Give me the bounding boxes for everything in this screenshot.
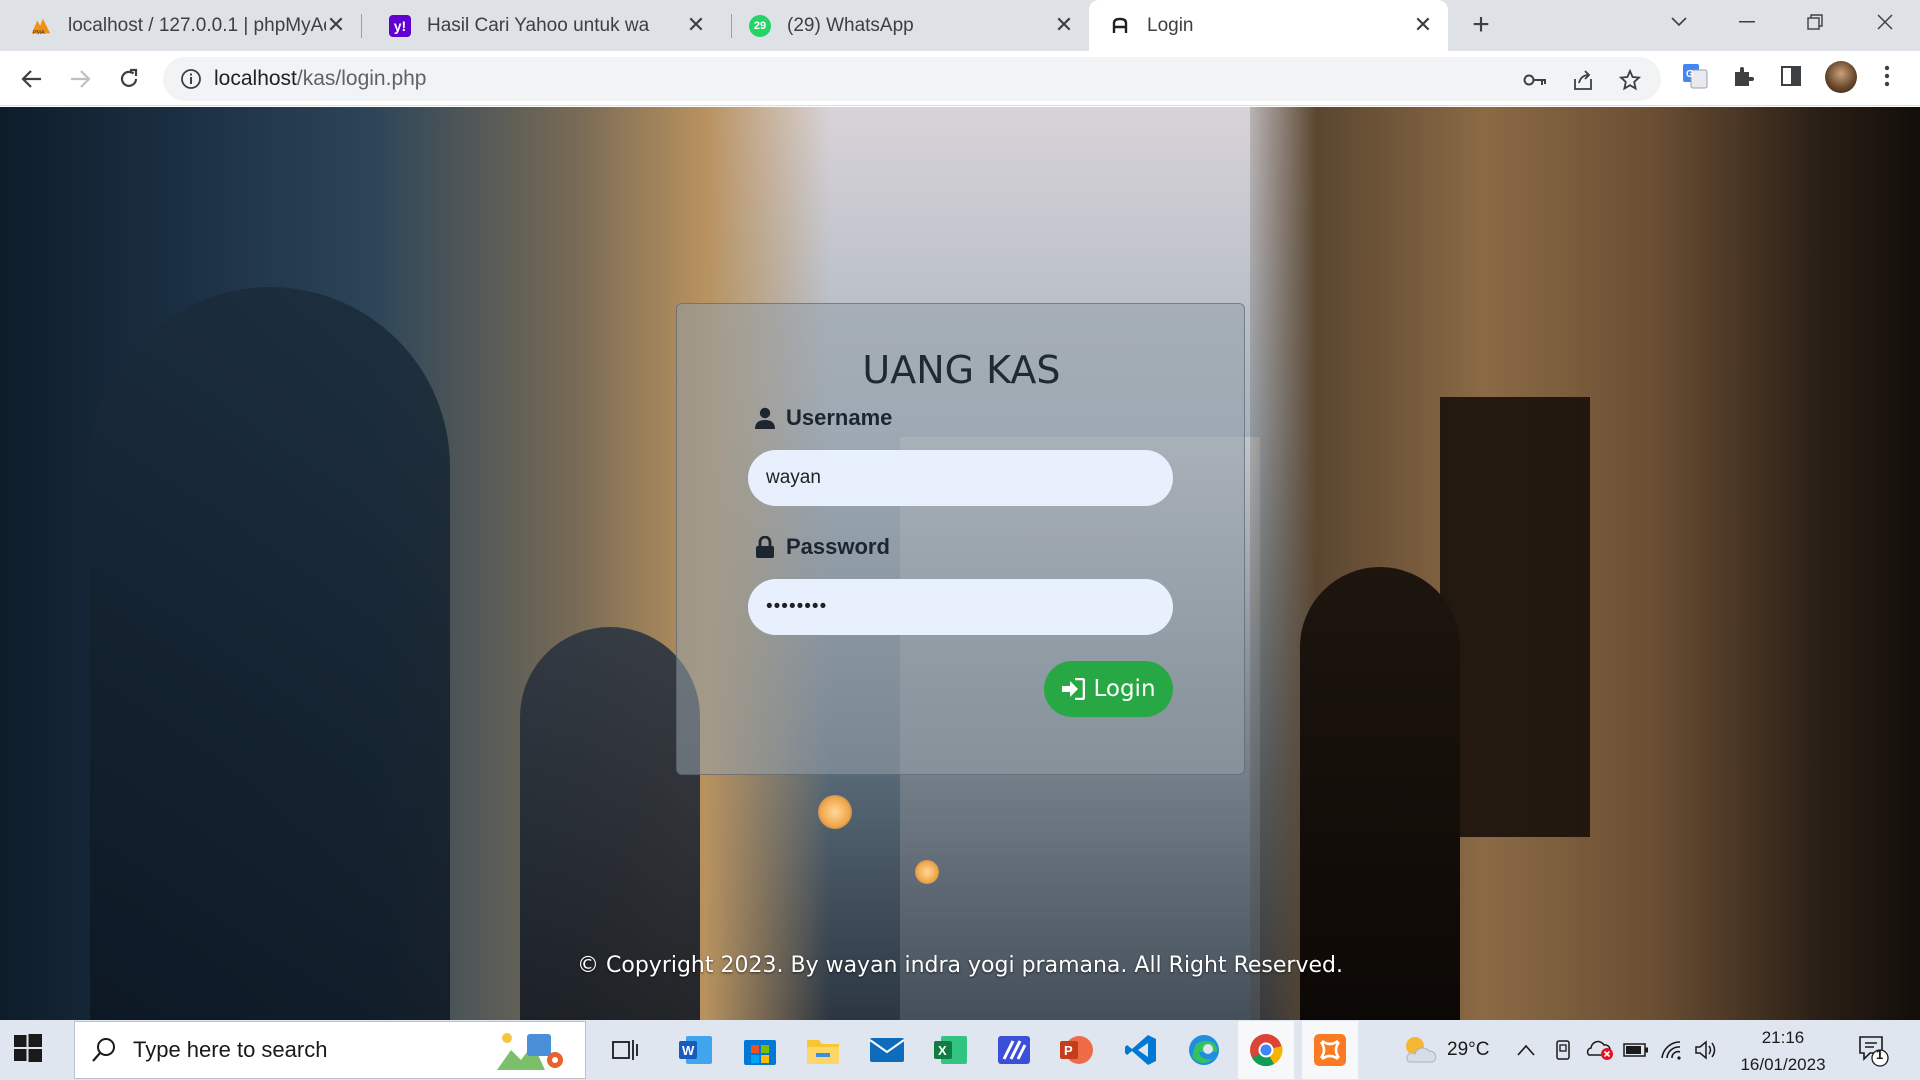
clock-time: 21:16 xyxy=(1761,1028,1805,1047)
close-tab-icon[interactable]: ✕ xyxy=(685,12,707,37)
bookmark-star-icon[interactable] xyxy=(1618,68,1642,92)
user-icon xyxy=(754,407,776,429)
tab-phpmyadmin[interactable]: PMA localhost / 127.0.0.1 | phpMyAdmin ✕ xyxy=(0,0,361,51)
file-explorer-icon[interactable] xyxy=(803,1030,843,1070)
url-path: /kas/login.php xyxy=(296,67,427,90)
search-icon xyxy=(91,1037,117,1063)
reload-icon[interactable] xyxy=(112,62,146,96)
svg-text:X: X xyxy=(938,1043,947,1058)
street-lamp xyxy=(818,795,852,829)
password-label: Password xyxy=(786,534,890,559)
password-input[interactable]: •••••••• xyxy=(748,579,1173,635)
site-info-icon[interactable] xyxy=(180,68,202,90)
tab-title: Login xyxy=(1147,14,1194,36)
clock-date: 16/01/2023 xyxy=(1740,1055,1826,1074)
phpmyadmin-icon: PMA xyxy=(30,15,52,37)
lock-icon xyxy=(754,536,776,558)
yahoo-icon: y! xyxy=(389,14,411,37)
weather-widget[interactable]: 29°C xyxy=(1399,1020,1489,1080)
volume-icon[interactable] xyxy=(1694,1020,1718,1080)
page-viewport: UANG KAS Username wayan Password •••••••… xyxy=(0,107,1920,1020)
mail-icon[interactable] xyxy=(867,1030,907,1070)
tab-login[interactable]: Login ✕ xyxy=(1089,0,1448,51)
browser-toolbar: localhost/kas/login.php G xyxy=(0,51,1920,106)
tab-title: Hasil Cari Yahoo untuk wa xyxy=(427,14,650,36)
tab-title: localhost / 127.0.0.1 | phpMyAdmin xyxy=(68,14,326,36)
svg-text:G: G xyxy=(1686,69,1694,80)
minimize-icon[interactable] xyxy=(1722,0,1772,44)
page-title: UANG KAS xyxy=(862,348,1061,392)
page-favicon-icon xyxy=(1109,15,1131,37)
edge-icon[interactable] xyxy=(1184,1030,1224,1070)
login-card: UANG KAS Username wayan Password •••••••… xyxy=(676,303,1245,775)
background-arch xyxy=(90,287,450,1020)
onedrive-error-icon[interactable] xyxy=(1586,1020,1614,1080)
extensions-icon[interactable] xyxy=(1730,63,1756,89)
share-icon[interactable] xyxy=(1571,68,1595,92)
url-host: localhost xyxy=(214,67,297,90)
windows-start-icon[interactable] xyxy=(14,1034,46,1066)
close-tab-icon[interactable]: ✕ xyxy=(1412,12,1434,37)
address-bar[interactable]: localhost/kas/login.php xyxy=(163,57,1661,101)
wifi-icon[interactable] xyxy=(1660,1020,1682,1080)
weather-temperature: 29°C xyxy=(1447,1039,1490,1060)
battery-icon[interactable] xyxy=(1623,1020,1649,1080)
url-text: localhost/kas/login.php xyxy=(214,67,426,91)
side-panel-icon[interactable] xyxy=(1778,63,1804,89)
close-tab-icon[interactable]: ✕ xyxy=(1053,12,1075,37)
svg-text:PMA: PMA xyxy=(33,30,45,36)
tab-search-icon[interactable] xyxy=(1654,0,1704,44)
login-button[interactable]: Login xyxy=(1044,661,1173,717)
password-key-icon[interactable] xyxy=(1523,68,1547,92)
username-input[interactable]: wayan xyxy=(748,450,1173,506)
search-placeholder: Type here to search xyxy=(133,1037,328,1062)
copyright-footer: © Copyright 2023. By wayan indra yogi pr… xyxy=(577,953,1343,978)
close-window-icon[interactable] xyxy=(1860,0,1910,44)
vscode-icon[interactable] xyxy=(1121,1030,1161,1070)
login-button-label: Login xyxy=(1093,676,1156,702)
street-lamp xyxy=(915,860,939,884)
microsoft-store-icon[interactable] xyxy=(740,1030,780,1070)
sign-in-icon xyxy=(1061,677,1086,701)
show-hidden-icons[interactable] xyxy=(1517,1020,1535,1080)
username-value: wayan xyxy=(766,467,821,488)
background-window xyxy=(1440,397,1590,837)
password-label-row: Password xyxy=(754,534,890,560)
xampp-icon[interactable] xyxy=(1302,1021,1358,1079)
password-value: •••••••• xyxy=(766,596,828,617)
chrome-icon[interactable] xyxy=(1238,1021,1294,1079)
notification-center-icon[interactable]: 1 xyxy=(1856,1020,1890,1080)
close-tab-icon[interactable]: ✕ xyxy=(325,12,347,37)
tab-strip: PMA localhost / 127.0.0.1 | phpMyAdmin ✕… xyxy=(0,0,1920,51)
notification-count: 1 xyxy=(1876,1047,1884,1062)
forward-icon[interactable] xyxy=(63,62,97,96)
username-label: Username xyxy=(786,405,893,430)
google-translate-icon[interactable]: G xyxy=(1682,63,1708,89)
tab-whatsapp[interactable]: 29 (29) WhatsApp ✕ xyxy=(721,0,1089,51)
task-view-icon[interactable] xyxy=(605,1030,645,1070)
profile-avatar[interactable] xyxy=(1825,61,1857,93)
search-highlight-icon xyxy=(493,1030,565,1074)
excel-icon[interactable]: X xyxy=(931,1030,971,1070)
powerpoint-icon[interactable]: P xyxy=(1057,1030,1097,1070)
restore-icon[interactable] xyxy=(1790,0,1840,44)
taskbar: Type here to search W X P 29°C 21:16 16/… xyxy=(0,1020,1920,1080)
username-label-row: Username xyxy=(754,405,892,431)
svg-text:P: P xyxy=(1064,1043,1073,1058)
meet-now-icon[interactable] xyxy=(1554,1020,1574,1080)
new-tab-button[interactable]: + xyxy=(1466,8,1496,41)
menu-kebab-icon[interactable] xyxy=(1874,63,1900,89)
weather-sun-cloud-icon xyxy=(1399,1030,1439,1070)
svg-text:W: W xyxy=(682,1043,695,1058)
tab-yahoo[interactable]: y! Hasil Cari Yahoo untuk wa ✕ xyxy=(361,0,721,51)
taskbar-clock[interactable]: 21:16 16/01/2023 xyxy=(1728,1024,1838,1078)
word-icon[interactable]: W xyxy=(676,1030,716,1070)
whatsapp-icon: 29 xyxy=(749,14,771,37)
app-icon[interactable] xyxy=(994,1030,1034,1070)
taskbar-search-box[interactable]: Type here to search xyxy=(74,1021,586,1079)
back-icon[interactable] xyxy=(15,62,49,96)
tab-title: (29) WhatsApp xyxy=(787,14,914,36)
